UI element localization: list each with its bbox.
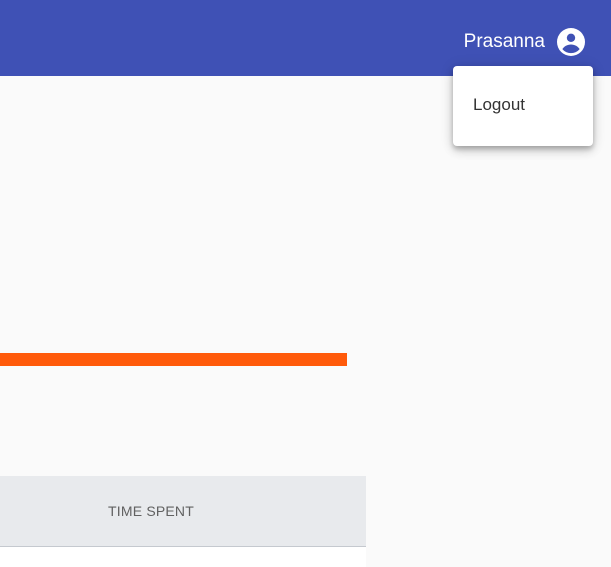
user-menu-button[interactable]: Prasanna [464, 26, 585, 58]
table-header: TIME SPENT [0, 476, 366, 547]
user-dropdown-menu: Logout [453, 66, 593, 146]
progress-bar [0, 353, 347, 366]
user-name: Prasanna [463, 31, 545, 52]
table-body [0, 547, 366, 567]
column-header-time-spent[interactable]: TIME SPENT [0, 476, 302, 546]
logout-menu-item[interactable]: Logout [453, 85, 593, 125]
app-bar: Prasanna [0, 0, 611, 76]
account-circle-icon [557, 28, 585, 56]
